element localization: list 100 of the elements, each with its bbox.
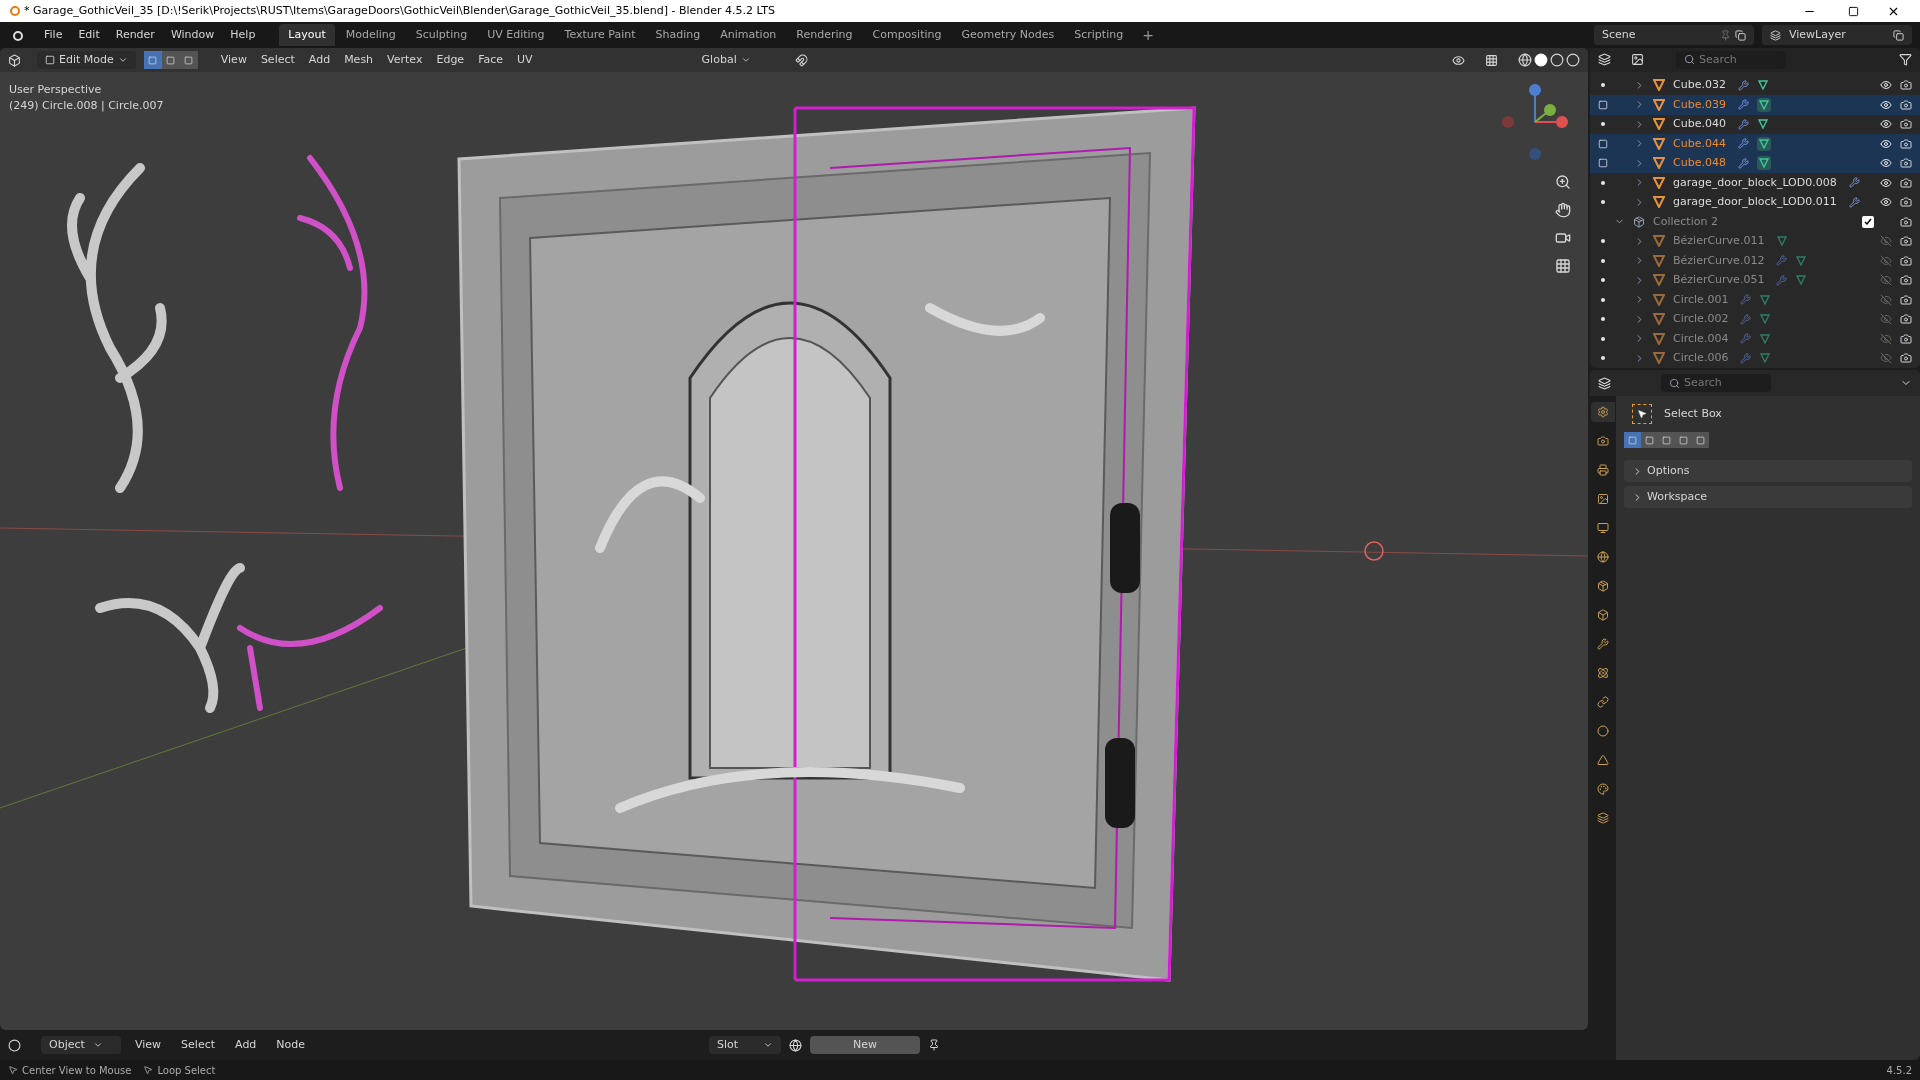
camera-icon[interactable] [1900,352,1912,365]
menu-item[interactable]: View [213,51,254,69]
workspace-tab[interactable]: Sculpting [406,24,477,46]
mesh-data-button[interactable] [1759,352,1772,365]
eye-icon[interactable] [1880,176,1892,189]
menu-item[interactable]: Window [162,26,223,44]
outliner-row[interactable]: garage_door_block_LOD0.011 [1590,192,1920,212]
pin-icon[interactable] [928,1039,941,1051]
menu-item[interactable]: Add [229,1036,263,1054]
camera-icon[interactable] [1900,215,1912,228]
mesh-data-button[interactable] [1759,332,1772,345]
material-shading-icon[interactable] [1550,53,1564,67]
copy-icon[interactable] [1893,29,1904,41]
outliner-row[interactable]: Circle.006 [1590,348,1920,368]
panel-header[interactable]: Workspace [1624,486,1912,508]
view-layer-icon[interactable] [1631,53,1644,67]
camera-icon[interactable] [1900,176,1912,189]
zoom-icon[interactable] [1555,174,1571,190]
orientation-dropdown[interactable]: Global [693,51,759,69]
camera-icon[interactable] [1900,274,1912,287]
workspace-tab[interactable]: Texture Paint [555,24,645,46]
mesh-data-button[interactable] [1759,293,1772,306]
wrench-icon[interactable] [1848,196,1860,208]
outliner-row[interactable]: Cube.040 [1590,114,1920,134]
search-field[interactable]: Search [1676,50,1786,69]
maximize-icon[interactable] [1848,5,1859,17]
wrench-icon[interactable] [1737,99,1749,111]
outliner-row[interactable]: BézierCurve.011 [1590,231,1920,251]
camera-icon[interactable] [1900,235,1912,248]
menu-item[interactable]: View [129,1036,168,1054]
menu-item[interactable]: Edge [429,51,472,69]
menu-item[interactable]: UV [510,51,540,69]
eye-icon[interactable] [1880,79,1892,92]
mode-dropdown[interactable]: Edit Mode [37,51,136,69]
eye-icon[interactable] [1880,98,1892,111]
view-layer-selector[interactable]: ViewLayer [1762,25,1912,45]
eye-icon[interactable] [1880,157,1892,170]
overlay-icon[interactable] [1485,53,1498,67]
menu-item[interactable]: Select [175,1036,222,1054]
wrench-icon[interactable] [1737,118,1749,130]
camera-view-icon[interactable] [1555,230,1571,246]
mesh-data-button[interactable] [1776,235,1789,248]
wrench-icon[interactable] [1737,157,1749,169]
mesh-data-button[interactable] [1756,118,1769,131]
outliner-row[interactable]: BézierCurve.012 [1590,251,1920,271]
camera-icon[interactable] [1900,293,1912,306]
camera-icon[interactable] [1900,332,1912,345]
menu-item[interactable]: Vertex [380,51,430,69]
editor-type-icon[interactable] [8,1038,21,1052]
wrench-icon[interactable] [1737,138,1749,150]
camera-icon[interactable] [1900,157,1912,170]
eye-icon[interactable] [1880,196,1892,209]
rendered-shading-icon[interactable] [1566,53,1580,67]
menu-item[interactable]: Face [471,51,510,69]
wrench-icon[interactable] [1737,79,1749,91]
menu-item[interactable]: Node [270,1036,312,1054]
eye-icon[interactable] [1880,137,1892,150]
eye-icon[interactable] [1880,118,1892,131]
outliner-row[interactable]: BézierCurve.051 [1590,270,1920,290]
object-dropdown[interactable]: Object [41,1036,121,1054]
material-icon[interactable] [789,1038,803,1052]
menu-item[interactable]: File [36,26,71,44]
workspace-tab[interactable]: Compositing [863,24,951,46]
workspace-tab[interactable]: Rendering [787,24,862,46]
outliner-row[interactable]: garage_door_block_LOD0.008 [1590,173,1920,193]
outliner-row[interactable]: Cube.044 [1590,134,1920,154]
properties-tab[interactable] [1591,402,1615,422]
panel-header[interactable]: Options [1624,460,1912,482]
3d-viewport[interactable]: Edit Mode View Select Add Mesh Vertex Edge Face UV Global User Perspective (249) Circle.008 | Circle.007 [0,48,1588,1030]
copy-icon[interactable] [1735,29,1746,41]
mesh-data-button[interactable] [1795,254,1808,267]
solid-shading-icon[interactable] [1534,53,1548,67]
camera-icon[interactable] [1900,313,1912,326]
mesh-data-button[interactable] [1759,313,1772,326]
outliner-row[interactable]: Circle.004 [1590,329,1920,349]
navigation-gizmo-icon[interactable] [1500,82,1570,162]
menu-item[interactable]: Edit [70,26,108,44]
slot-dropdown[interactable]: Slot [709,1036,782,1054]
outliner-row[interactable]: Circle.002 [1590,309,1920,329]
camera-icon[interactable] [1900,98,1912,111]
outliner-row[interactable]: Cube.032 [1590,75,1920,95]
workspace-tab[interactable]: Animation [711,24,786,46]
grid-icon[interactable] [1555,258,1571,274]
select-mode-button[interactable] [143,51,162,69]
mesh-data-button[interactable] [1756,136,1771,151]
wireframe-shading-icon[interactable] [1518,53,1532,67]
filter-icon[interactable] [1899,53,1912,67]
menu-item[interactable]: Add [301,51,338,69]
mesh-data-button[interactable] [1756,156,1771,171]
outliner-row[interactable]: Cube.039 [1590,95,1920,115]
workspace-tab[interactable]: Geometry Nodes [952,24,1064,46]
mesh-data-button[interactable] [1795,274,1808,287]
workspace-tab[interactable]: Layout [279,24,335,46]
hand-icon[interactable] [1555,202,1571,218]
menu-item[interactable]: Mesh [337,51,381,69]
workspace-tab[interactable]: UV Editing [478,24,554,46]
workspace-tab[interactable]: Scripting [1065,24,1133,46]
mesh-data-button[interactable] [1756,97,1771,112]
menu-item[interactable]: Render [107,26,163,44]
camera-icon[interactable] [1900,79,1912,92]
